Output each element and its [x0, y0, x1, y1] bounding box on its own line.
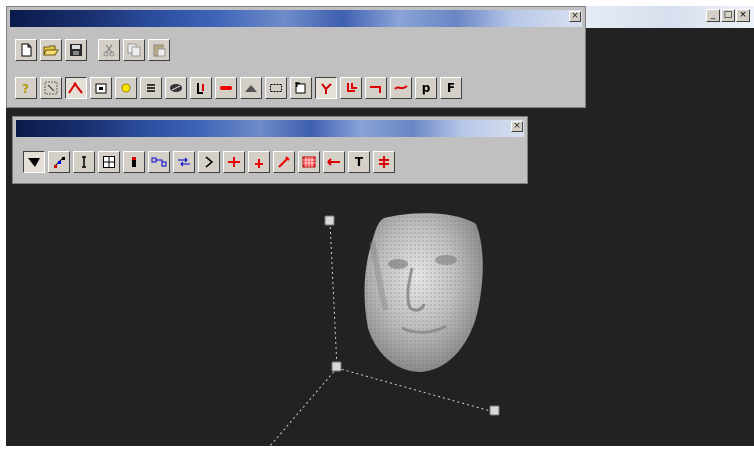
- text-tool-icon[interactable]: T: [348, 151, 370, 173]
- chevron-right-icon[interactable]: [198, 151, 220, 173]
- copy-icon[interactable]: [123, 39, 145, 61]
- cross-red-icon[interactable]: [223, 151, 245, 173]
- grid-box-icon[interactable]: [98, 151, 120, 173]
- hook-red-icon[interactable]: [365, 77, 387, 99]
- box-icon[interactable]: [90, 77, 112, 99]
- cut-scissors-icon[interactable]: [98, 39, 120, 61]
- mountain-icon[interactable]: [240, 77, 262, 99]
- close-button[interactable]: ×: [736, 9, 750, 22]
- axis-handle-top: [324, 215, 335, 226]
- text-tool-glyph: T: [354, 155, 364, 169]
- face-mesh[interactable]: [364, 213, 483, 372]
- file-edit-toolbar-row: [15, 39, 173, 61]
- align-red-icon[interactable]: [373, 151, 395, 173]
- letter-p-icon[interactable]: p: [415, 77, 437, 99]
- palette-close-button[interactable]: ×: [569, 11, 581, 22]
- shade-icon[interactable]: [23, 151, 45, 173]
- split-icon[interactable]: [73, 151, 95, 173]
- nodes-icon[interactable]: [48, 151, 70, 173]
- view-tools-palette[interactable]: × T: [12, 116, 528, 184]
- palette-titlebar[interactable]: [16, 120, 524, 137]
- letter-f-icon[interactable]: F: [440, 77, 462, 99]
- bar-icon[interactable]: [123, 151, 145, 173]
- minimize-button[interactable]: _: [706, 9, 720, 22]
- list-icon[interactable]: [140, 77, 162, 99]
- main-titlebar[interactable]: _ □ ×: [586, 6, 754, 28]
- window-controls: _ □ ×: [706, 9, 750, 22]
- dropper-red-icon[interactable]: [273, 151, 295, 173]
- plus-red-icon[interactable]: [248, 151, 270, 173]
- crop-icon[interactable]: [290, 77, 312, 99]
- paste-icon[interactable]: [148, 39, 170, 61]
- file-tools-palette[interactable]: × ? p F: [6, 6, 586, 108]
- tools-toolbar-row: ? p F: [15, 77, 465, 99]
- mesh-red-icon[interactable]: [298, 151, 320, 173]
- rect-select-icon[interactable]: [265, 77, 287, 99]
- link-icon[interactable]: [148, 151, 170, 173]
- split-red-icon[interactable]: [340, 77, 362, 99]
- maximize-button[interactable]: □: [721, 9, 735, 22]
- letter-f-glyph: F: [446, 81, 456, 95]
- open-folder-icon[interactable]: [40, 39, 62, 61]
- help-question-icon[interactable]: ?: [15, 77, 37, 99]
- branch-red-icon[interactable]: [315, 77, 337, 99]
- tilde-red-icon[interactable]: [390, 77, 412, 99]
- arrows-icon[interactable]: [173, 151, 195, 173]
- axis-icon[interactable]: [190, 77, 212, 99]
- palette-titlebar[interactable]: [10, 10, 582, 27]
- polyline-icon[interactable]: [65, 77, 87, 99]
- palette-close-button[interactable]: ×: [511, 121, 523, 132]
- axis-handle-origin: [331, 361, 342, 372]
- select-cursor-icon[interactable]: [40, 77, 62, 99]
- axis-handle-right: [489, 405, 500, 416]
- light-bulb-icon[interactable]: [115, 77, 137, 99]
- svg-text:?: ?: [22, 82, 29, 95]
- new-file-icon[interactable]: [15, 39, 37, 61]
- view-toolbar-row: T: [23, 151, 398, 173]
- minus-red-icon[interactable]: [215, 77, 237, 99]
- letter-p-glyph: p: [421, 81, 431, 95]
- arrow-left-red-icon[interactable]: [323, 151, 345, 173]
- save-disk-icon[interactable]: [65, 39, 87, 61]
- sphere-icon[interactable]: [165, 77, 187, 99]
